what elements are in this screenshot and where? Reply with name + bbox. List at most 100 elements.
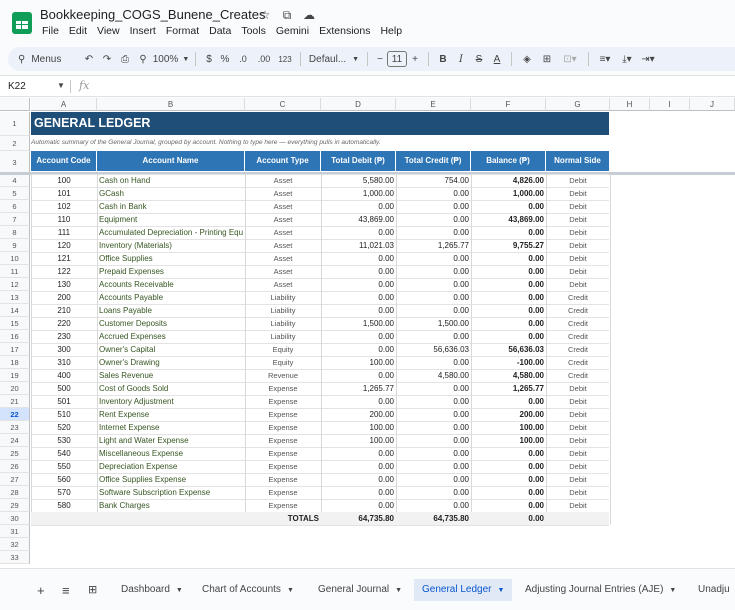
table-cell[interactable]: Software Subscription Expense [97, 486, 245, 499]
ledger-header-cell[interactable]: Total Debit (₱) [321, 151, 396, 171]
table-cell[interactable]: 100 [31, 174, 97, 187]
row-header-5[interactable]: 5 [0, 187, 30, 200]
row-header-3[interactable]: 3 [0, 151, 30, 174]
menu-gemini[interactable]: Gemini [271, 25, 314, 37]
table-cell[interactable]: Expense [245, 395, 321, 408]
table-cell[interactable]: Miscellaneous Expense [97, 447, 245, 460]
ledger-header-cell[interactable]: Balance (₱) [471, 151, 546, 171]
table-cell[interactable]: Debit [546, 460, 610, 473]
table-cell[interactable]: 0.00 [396, 460, 471, 473]
ledger-header-cell[interactable]: Account Name [97, 151, 245, 171]
sheet-overview-icon[interactable]: ⊞ [88, 583, 97, 596]
italic-button[interactable]: I [452, 49, 470, 69]
table-cell[interactable]: 754.00 [396, 174, 471, 187]
chevron-down-icon[interactable]: ▼ [176, 587, 183, 594]
table-cell[interactable]: 0.00 [471, 486, 546, 499]
table-cell[interactable]: Owner's Capital [97, 343, 245, 356]
table-cell[interactable]: 0.00 [396, 213, 471, 226]
table-cell[interactable]: 0.00 [321, 343, 396, 356]
ledger-header-cell[interactable]: Total Credit (₱) [396, 151, 471, 171]
table-cell[interactable]: 501 [31, 395, 97, 408]
row-header-10[interactable]: 10 [0, 252, 30, 265]
column-header-i[interactable]: I [650, 98, 690, 111]
merge-cells-icon[interactable]: ⊡▾ [557, 49, 583, 69]
sheet-tab[interactable]: Unadju [690, 579, 735, 601]
row-header-32[interactable]: 32 [0, 538, 30, 551]
table-cell[interactable]: 0.00 [471, 200, 546, 213]
table-cell[interactable]: Liability [245, 304, 321, 317]
table-cell[interactable]: 230 [31, 330, 97, 343]
table-cell[interactable]: 0.00 [471, 226, 546, 239]
table-cell[interactable]: Credit [546, 369, 610, 382]
table-cell[interactable]: 400 [31, 369, 97, 382]
table-cell[interactable]: Debit [546, 174, 610, 187]
row-header-27[interactable]: 27 [0, 473, 30, 486]
menu-insert[interactable]: Insert [125, 25, 161, 37]
table-cell[interactable]: 0.00 [471, 304, 546, 317]
zoom-select[interactable]: 100% ▼ [152, 49, 190, 69]
redo-icon[interactable]: ↷ [98, 49, 116, 69]
table-cell[interactable]: Expense [245, 447, 321, 460]
ledger-header-cell[interactable]: Normal Side [546, 151, 610, 171]
table-cell[interactable]: 550 [31, 460, 97, 473]
table-cell[interactable]: 520 [31, 421, 97, 434]
totals-debit[interactable]: 64,735.80 [321, 512, 396, 525]
table-cell[interactable]: Debit [546, 421, 610, 434]
table-cell[interactable]: Expense [245, 434, 321, 447]
menu-format[interactable]: Format [161, 25, 204, 37]
number-format-button[interactable]: 123 [275, 49, 295, 69]
sheet-tab[interactable]: General Ledger ▼ [414, 579, 513, 601]
column-header-h[interactable]: H [610, 98, 650, 111]
table-cell[interactable]: 0.00 [471, 278, 546, 291]
row-header-1[interactable]: 1 [0, 112, 30, 136]
table-cell[interactable]: Liability [245, 330, 321, 343]
row-header-26[interactable]: 26 [0, 460, 30, 473]
menus-search-button[interactable]: ⚲ Menus [8, 49, 80, 69]
table-cell[interactable]: Debit [546, 408, 610, 421]
table-cell[interactable]: Debit [546, 200, 610, 213]
table-cell[interactable]: Debit [546, 447, 610, 460]
totals-balance[interactable]: 0.00 [471, 512, 546, 525]
table-cell[interactable]: Debit [546, 278, 610, 291]
table-cell[interactable]: 1,500.00 [396, 317, 471, 330]
table-cell[interactable]: Internet Expense [97, 421, 245, 434]
table-cell[interactable]: Debit [546, 434, 610, 447]
row-header-25[interactable]: 25 [0, 447, 30, 460]
select-all-corner[interactable] [0, 98, 30, 111]
percent-format-button[interactable]: % [217, 49, 233, 69]
row-header-7[interactable]: 7 [0, 213, 30, 226]
table-cell[interactable]: Credit [546, 356, 610, 369]
menu-tools[interactable]: Tools [236, 25, 271, 37]
table-cell[interactable]: 0.00 [396, 421, 471, 434]
table-cell[interactable]: 0.00 [396, 278, 471, 291]
table-cell[interactable]: 0.00 [321, 265, 396, 278]
table-cell[interactable]: Revenue [245, 369, 321, 382]
vertical-align-icon[interactable]: ⤓▾ [616, 49, 638, 69]
table-cell[interactable]: 0.00 [471, 473, 546, 486]
table-cell[interactable]: Loans Payable [97, 304, 245, 317]
horizontal-align-icon[interactable]: ≡▾ [594, 49, 616, 69]
table-cell[interactable]: 56,636.03 [471, 343, 546, 356]
menu-view[interactable]: View [92, 25, 125, 37]
row-header-19[interactable]: 19 [0, 369, 30, 382]
table-cell[interactable]: 0.00 [321, 447, 396, 460]
row-header-33[interactable]: 33 [0, 551, 30, 564]
table-cell[interactable]: Equity [245, 343, 321, 356]
table-cell[interactable]: 0.00 [396, 200, 471, 213]
table-cell[interactable]: 0.00 [396, 382, 471, 395]
name-box[interactable]: K22 [8, 81, 26, 92]
row-header-29[interactable]: 29 [0, 499, 30, 512]
font-size-increase-button[interactable]: + [407, 49, 423, 69]
table-cell[interactable]: 1,265.77 [471, 382, 546, 395]
row-header-24[interactable]: 24 [0, 434, 30, 447]
table-cell[interactable]: 0.00 [396, 356, 471, 369]
sheet-tab[interactable]: Dashboard ▼ [113, 579, 191, 601]
table-cell[interactable]: Liability [245, 317, 321, 330]
menu-help[interactable]: Help [375, 25, 407, 37]
table-cell[interactable]: 43,869.00 [471, 213, 546, 226]
row-header-12[interactable]: 12 [0, 278, 30, 291]
table-cell[interactable]: 0.00 [471, 330, 546, 343]
table-cell[interactable]: Debit [546, 486, 610, 499]
font-select[interactable]: Defaul... ▼ [306, 49, 362, 69]
table-cell[interactable]: 0.00 [396, 226, 471, 239]
